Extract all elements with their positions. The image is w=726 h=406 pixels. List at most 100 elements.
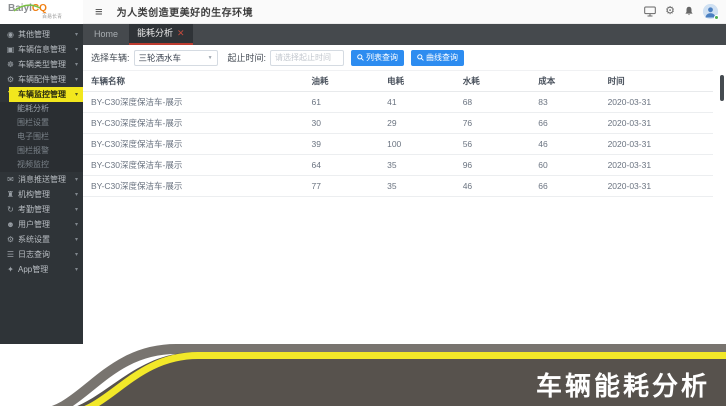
bottom-banner: 车辆能耗分析	[0, 344, 726, 406]
sidebar-item-label: 车辆监控管理	[18, 89, 66, 100]
cell-time: 2020-03-31	[600, 113, 713, 134]
search-icon	[417, 54, 424, 61]
sidebar-item-vehicle-type[interactable]: ☸ 车辆类型管理 ▾	[0, 57, 83, 72]
header-slogan: 为人类创造更美好的生存环境	[117, 4, 254, 19]
table-row[interactable]: BY-C30深度保洁车-展示 39 100 56 46 2020-03-31	[83, 134, 713, 155]
cell-electricity: 41	[379, 92, 455, 113]
sidebar-item-label: 车辆配件管理	[18, 74, 66, 85]
chevron-down-icon: ▾	[75, 236, 78, 243]
chevron-down-icon: ▾	[75, 46, 78, 53]
cell-water: 76	[455, 113, 531, 134]
filter-bar: 选择车辆: 三轮洒水车 ▼ 起止时间: 列表查询 曲线查询	[83, 45, 726, 70]
sidebar-item-users[interactable]: ☻ 用户管理 ▾	[0, 217, 83, 232]
cell-cost: 66	[530, 113, 599, 134]
sidebar-subitem-energy-analysis[interactable]: 能耗分析	[0, 102, 83, 116]
close-tab-icon[interactable]: ✕	[177, 24, 185, 43]
sidebar-item-attendance[interactable]: ↻ 考勤管理 ▾	[0, 202, 83, 217]
sidebar-item-label: 车辆类型管理	[18, 59, 66, 70]
logo-swoosh-icon	[12, 4, 42, 12]
vehicle-select-value: 三轮洒水车	[139, 52, 208, 64]
hamburger-icon[interactable]: ≡	[95, 0, 103, 24]
time-range-label: 起止时间:	[228, 51, 267, 64]
chevron-down-icon: ▾	[75, 61, 78, 68]
notifications-bell-icon[interactable]	[684, 6, 694, 17]
chevron-down-icon: ▾	[75, 251, 78, 258]
sidebar-item-system-settings[interactable]: ⚙ 系统设置 ▾	[0, 232, 83, 247]
logo-subtext: 百易长青	[8, 14, 83, 20]
cell-water: 96	[455, 155, 531, 176]
sidebar-item-label: 日志查询	[18, 249, 50, 260]
tab-bar: Home 能耗分析 ✕	[83, 24, 726, 45]
cell-cost: 83	[530, 92, 599, 113]
fullscreen-monitor-icon[interactable]	[644, 6, 656, 17]
chevron-down-icon: ▾	[75, 206, 78, 213]
sidebar-subitem-electronic-fence[interactable]: 电子围栏	[0, 130, 83, 144]
sidebar-subitem-fence-settings[interactable]: 围栏设置	[0, 116, 83, 130]
tab-label: 能耗分析	[137, 24, 173, 43]
sidebar-item-app-mgmt[interactable]: ✦ App管理 ▾	[0, 262, 83, 277]
banner-title: 车辆能耗分析	[536, 366, 710, 403]
chevron-down-icon: ▾	[75, 76, 78, 83]
sidebar-item-misc-mgmt[interactable]: ◉ 其他管理 ▾	[0, 27, 83, 42]
cell-time: 2020-03-31	[600, 155, 713, 176]
list-query-button[interactable]: 列表查询	[351, 50, 404, 66]
clock-rotate-icon: ↻	[5, 205, 16, 214]
sidebar-item-label: 车辆信息管理	[18, 44, 66, 55]
chevron-down-icon: ▾	[75, 31, 78, 38]
cell-fuel: 30	[304, 113, 380, 134]
list-icon: ☰	[5, 250, 16, 259]
chevron-down-icon: ▾	[75, 91, 78, 98]
app-icon: ✦	[5, 265, 16, 274]
cell-vehicle-name: BY-C30深度保洁车-展示	[83, 134, 304, 155]
settings-gear-icon[interactable]: ⚙	[665, 6, 675, 17]
curve-query-label: 曲线查询	[426, 52, 458, 63]
cell-electricity: 35	[379, 155, 455, 176]
tab-home[interactable]: Home	[83, 24, 129, 45]
sidebar-subitem-fence-alarm[interactable]: 围栏报警	[0, 144, 83, 158]
cell-water: 46	[455, 176, 531, 197]
cell-electricity: 35	[379, 176, 455, 197]
user-avatar[interactable]	[703, 4, 718, 19]
time-range-input[interactable]	[270, 50, 344, 66]
curve-query-button[interactable]: 曲线查询	[411, 50, 464, 66]
cell-fuel: 77	[304, 176, 380, 197]
sidebar-item-vehicle-parts[interactable]: ⚙ 车辆配件管理 ▾	[0, 72, 83, 87]
energy-table: 车辆名称 油耗 电耗 水耗 成本 时间 BY-C30深度保洁车-展示 61 41…	[83, 70, 713, 197]
chevron-down-icon: ▾	[75, 266, 78, 273]
users-icon: ☻	[5, 220, 16, 229]
sidebar-item-label: 机构管理	[18, 189, 50, 200]
table-row[interactable]: BY-C30深度保洁车-展示 30 29 76 66 2020-03-31	[83, 113, 713, 134]
cell-cost: 66	[530, 176, 599, 197]
cell-cost: 60	[530, 155, 599, 176]
sidebar-item-vehicle-info[interactable]: ▣ 车辆信息管理 ▾	[0, 42, 83, 57]
sidebar-subitem-video-monitor[interactable]: 视频监控	[0, 158, 83, 172]
sidebar-item-message-push[interactable]: ✉ 消息推送管理 ▾	[0, 172, 83, 187]
cell-vehicle-name: BY-C30深度保洁车-展示	[83, 92, 304, 113]
cell-time: 2020-03-31	[600, 134, 713, 155]
sidebar-item-label: 系统设置	[18, 234, 50, 245]
sidebar-item-label: App管理	[18, 264, 48, 275]
vehicle-monitor-icon: Y	[5, 90, 16, 99]
table-row[interactable]: BY-C30深度保洁车-展示 61 41 68 83 2020-03-31	[83, 92, 713, 113]
vehicle-info-icon: ▣	[5, 45, 16, 54]
table-row[interactable]: BY-C30深度保洁车-展示 77 35 46 66 2020-03-31	[83, 176, 713, 197]
cell-water: 68	[455, 92, 531, 113]
cell-time: 2020-03-31	[600, 176, 713, 197]
sidebar-item-logs[interactable]: ☰ 日志查询 ▾	[0, 247, 83, 262]
cell-fuel: 39	[304, 134, 380, 155]
col-electricity: 电耗	[379, 71, 455, 92]
col-cost: 成本	[530, 71, 599, 92]
cell-water: 56	[455, 134, 531, 155]
sidebar-item-label: 消息推送管理	[18, 174, 66, 185]
sidebar-item-label: 用户管理	[18, 219, 50, 230]
vehicle-select[interactable]: 三轮洒水车 ▼	[134, 50, 218, 66]
table-row[interactable]: BY-C30深度保洁车-展示 64 35 96 60 2020-03-31	[83, 155, 713, 176]
select-caret-icon: ▼	[208, 55, 213, 61]
sidebar-item-organization[interactable]: ♜ 机构管理 ▾	[0, 187, 83, 202]
tab-energy-analysis[interactable]: 能耗分析 ✕	[129, 24, 193, 45]
table-header-row: 车辆名称 油耗 电耗 水耗 成本 时间	[83, 71, 713, 92]
col-vehicle-name: 车辆名称	[83, 71, 304, 92]
sidebar-item-vehicle-monitor[interactable]: Y 车辆监控管理 ▾	[0, 87, 83, 102]
scrollbar-thumb[interactable]	[720, 75, 724, 101]
cell-cost: 46	[530, 134, 599, 155]
